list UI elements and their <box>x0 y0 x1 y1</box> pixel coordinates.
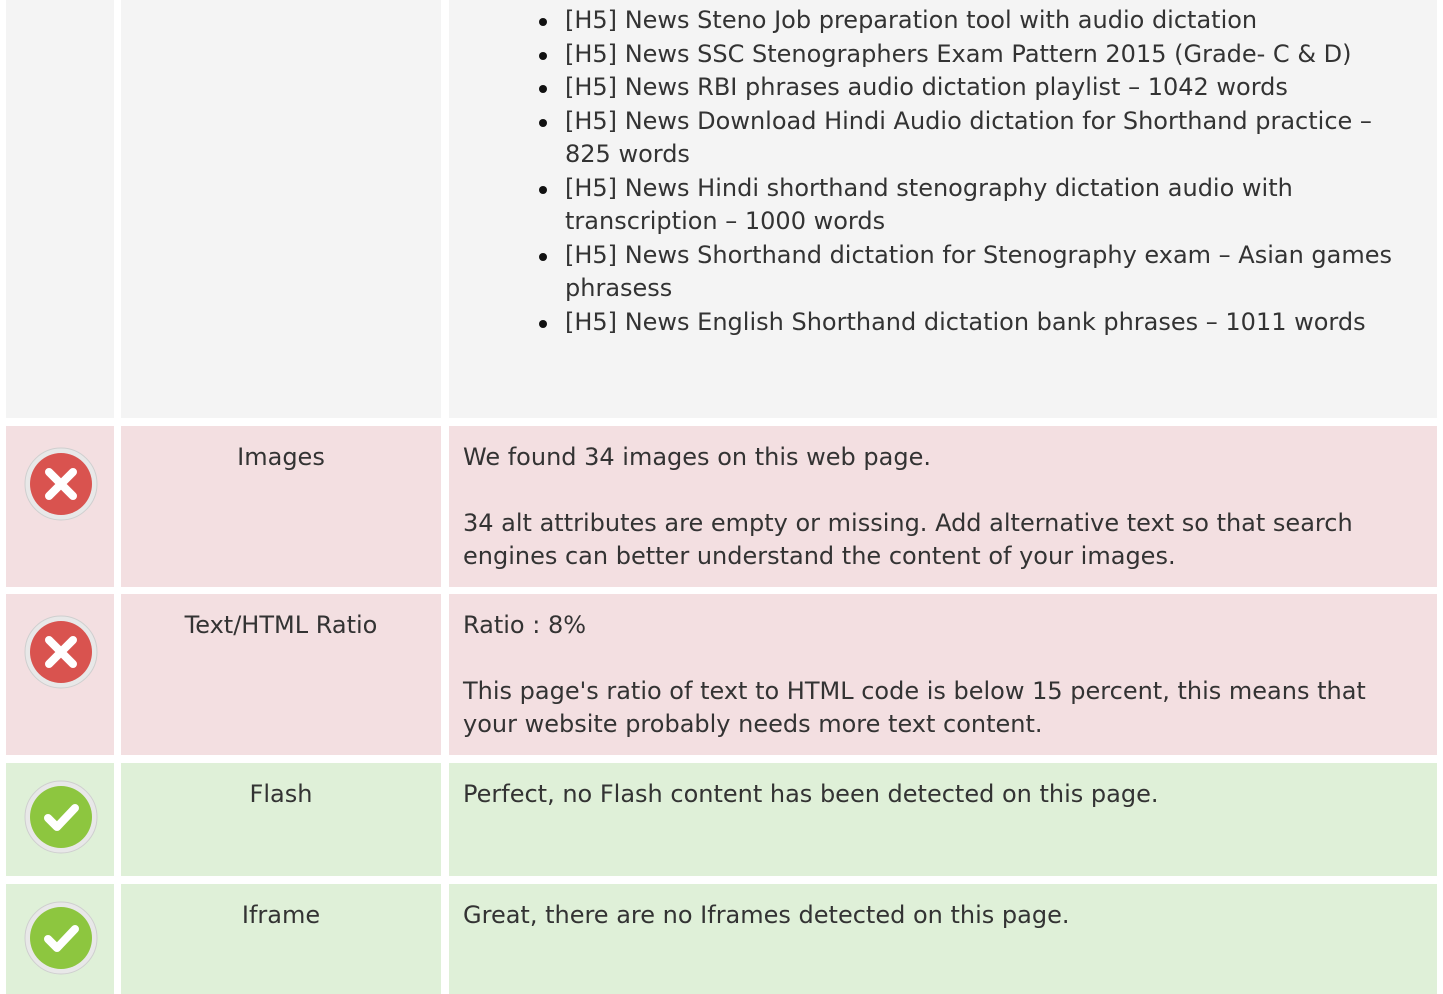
heading-text: News Hindi shorthand stenography dictati… <box>565 173 1293 236</box>
check-name-cell <box>121 0 441 418</box>
error-x-icon <box>24 615 98 689</box>
heading-item: [H5] News Steno Job preparation tool wit… <box>539 4 1407 38</box>
check-name-cell: Images <box>121 426 441 587</box>
check-description-cell: Ratio : 8% This page's ratio of text to … <box>449 594 1437 755</box>
check-name: Flash <box>249 780 313 808</box>
status-cell <box>6 763 114 876</box>
check-detail: This page's ratio of text to HTML code i… <box>463 677 1366 738</box>
check-name: Text/HTML Ratio <box>184 611 378 639</box>
heading-tag: [H5] <box>565 73 618 101</box>
check-row-iframe: Iframe Great, there are no Iframes detec… <box>0 884 1443 994</box>
check-summary: Ratio : 8% <box>463 611 587 639</box>
headings-list: [H5] News Steno Job preparation tool wit… <box>449 0 1437 339</box>
heading-item: [H5] News RBI phrases audio dictation pl… <box>539 71 1407 105</box>
check-mark-icon <box>24 901 98 975</box>
heading-item: [H5] News Shorthand dictation for Stenog… <box>539 239 1407 306</box>
seo-report: [H5] News Steno Job preparation tool wit… <box>0 0 1443 994</box>
heading-tag: [H5] <box>565 106 618 135</box>
heading-tag: [H5] <box>565 240 618 269</box>
check-name-cell: Iframe <box>121 884 441 994</box>
heading-tag: [H5] <box>565 307 618 336</box>
check-name: Iframe <box>241 901 321 929</box>
check-description-cell: Great, there are no Iframes detected on … <box>449 884 1437 994</box>
heading-text: News SSC Stenographers Exam Pattern 2015… <box>624 39 1352 68</box>
check-name-cell: Text/HTML Ratio <box>121 594 441 755</box>
check-summary: Perfect, no Flash content has been detec… <box>463 780 1159 808</box>
heading-item: [H5] News Download Hindi Audio dictation… <box>539 105 1407 172</box>
heading-item: [H5] News Hindi shorthand stenography di… <box>539 172 1407 239</box>
check-detail: 34 alt attributes are empty or missing. … <box>463 509 1353 570</box>
heading-text: News Steno Job preparation tool with aud… <box>624 6 1258 34</box>
status-cell <box>6 884 114 994</box>
heading-text: News Shorthand dictation for Stenography… <box>565 240 1393 303</box>
heading-item: [H5] News SSC Stenographers Exam Pattern… <box>539 38 1407 72</box>
heading-tag: [H5] <box>565 39 618 68</box>
headings-row: [H5] News Steno Job preparation tool wit… <box>0 0 1443 418</box>
check-summary: We found 34 images on this web page. <box>463 443 931 471</box>
status-cell <box>6 594 114 755</box>
status-cell <box>6 426 114 587</box>
check-row-text-html-ratio: Text/HTML Ratio Ratio : 8% This page's r… <box>0 594 1443 755</box>
check-summary: Great, there are no Iframes detected on … <box>463 901 1070 929</box>
heading-text: News RBI phrases audio dictation playlis… <box>624 73 1288 101</box>
check-row-images: Images We found 34 images on this web pa… <box>0 426 1443 587</box>
heading-item: [H5] News English Shorthand dictation ba… <box>539 306 1407 340</box>
check-name: Images <box>237 443 325 471</box>
check-mark-icon <box>24 780 98 854</box>
check-description-cell: [H5] News Steno Job preparation tool wit… <box>449 0 1437 418</box>
check-description-cell: We found 34 images on this web page. 34 … <box>449 426 1437 587</box>
heading-text: News English Shorthand dictation bank ph… <box>624 307 1366 336</box>
error-x-icon <box>24 447 98 521</box>
status-cell <box>6 0 114 418</box>
check-row-flash: Flash Perfect, no Flash content has been… <box>0 763 1443 876</box>
check-description-cell: Perfect, no Flash content has been detec… <box>449 763 1437 876</box>
heading-tag: [H5] <box>565 173 618 202</box>
heading-tag: [H5] <box>565 6 618 34</box>
heading-text: News Download Hindi Audio dictation for … <box>565 106 1372 169</box>
check-name-cell: Flash <box>121 763 441 876</box>
